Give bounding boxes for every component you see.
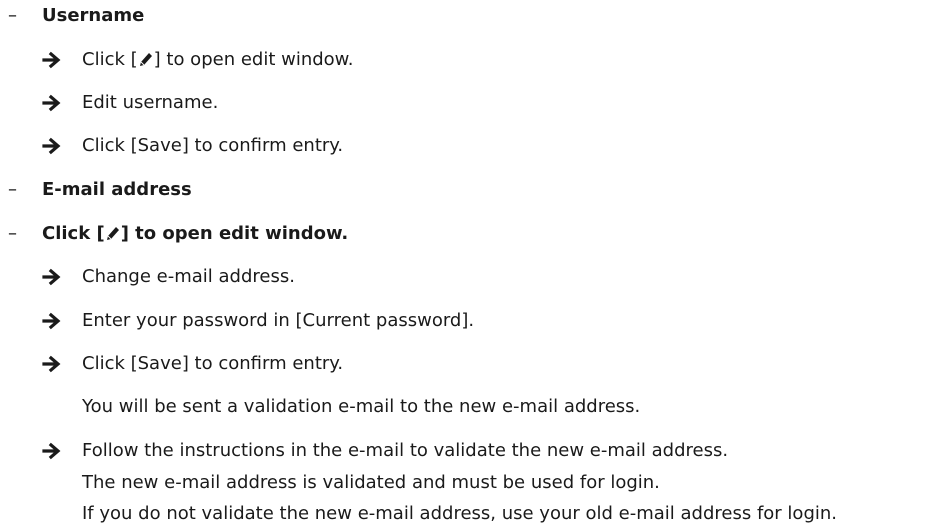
arrow-right-icon: [42, 353, 64, 375]
note-text: If you do not validate the new e-mail ad…: [82, 503, 837, 524]
list-dash: –: [8, 5, 17, 26]
step-text: Follow the instructions in the e-mail to…: [82, 440, 729, 461]
step-text: Change e-mail address.: [82, 266, 295, 287]
pencil-icon: [139, 51, 153, 67]
step-text: Click [Save] to confirm entry.: [82, 353, 344, 374]
step-text-pre: Click [: [82, 49, 138, 70]
step-text: Enter your password in [Current password…: [82, 310, 475, 331]
pencil-icon: [106, 225, 120, 241]
arrow-right-icon: [42, 49, 64, 71]
heading-text-post: ] to open edit window.: [120, 223, 349, 244]
step-text: Click [ ] to open edit window.: [82, 49, 353, 71]
step-text: Click [Save] to confirm entry.: [82, 135, 344, 156]
note-text: The new e-mail address is validated and …: [82, 472, 660, 493]
arrow-right-icon: [42, 135, 64, 157]
heading-text-pre: Click [: [42, 223, 105, 244]
arrow-right-icon: [42, 310, 64, 332]
document-page: – Username Click [ ] to open edit window.…: [0, 0, 930, 528]
section-heading: Click [ ] to open edit window.: [42, 223, 348, 245]
arrow-right-icon: [42, 440, 64, 462]
section-heading: E-mail address: [42, 179, 192, 200]
arrow-right-icon: [42, 92, 64, 114]
section-heading: Username: [42, 5, 145, 26]
list-dash: –: [8, 179, 17, 200]
note-text: You will be sent a validation e-mail to …: [82, 396, 641, 417]
arrow-right-icon: [42, 266, 64, 288]
step-text: Edit username.: [82, 92, 219, 113]
step-text-post: ] to open edit window.: [153, 49, 354, 70]
list-dash: –: [8, 223, 17, 244]
